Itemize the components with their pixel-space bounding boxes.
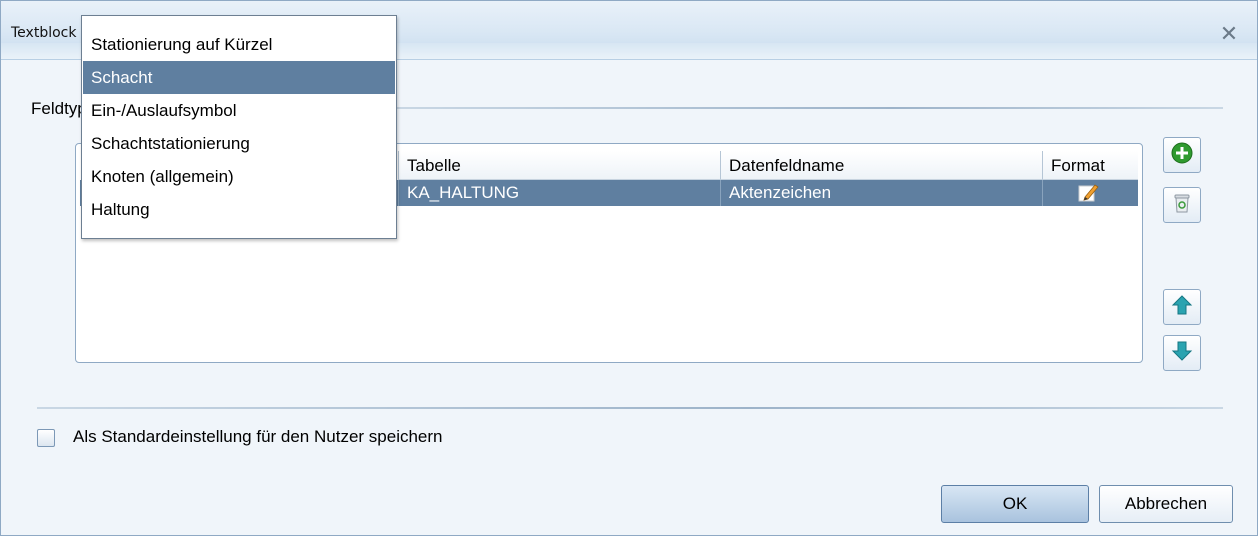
cell-tabelle: KA_HALTUNG	[398, 180, 720, 206]
save-default-checkbox[interactable]	[37, 429, 55, 447]
edit-pencil-icon[interactable]	[1077, 183, 1099, 211]
close-button[interactable]: ✕	[1217, 23, 1241, 47]
ok-button[interactable]: OK	[941, 485, 1089, 523]
dropdown-item-ein-auslaufsymbol[interactable]: Ein-/Auslaufsymbol	[83, 94, 395, 127]
add-row-button[interactable]	[1163, 137, 1201, 173]
fieldtype-dropdown-list[interactable]: Stationierung auf Kürzel Schacht Ein-/Au…	[81, 15, 397, 239]
separator-bottom	[37, 407, 1223, 409]
delete-row-button[interactable]	[1163, 187, 1201, 223]
dropdown-item-stationierung-auf-kuerzel[interactable]: Stationierung auf Kürzel	[83, 28, 395, 61]
column-header-tabelle[interactable]: Tabelle	[398, 151, 720, 180]
dropdown-item-haltung[interactable]: Haltung	[83, 193, 395, 226]
dropdown-item-schachtstationierung[interactable]: Schachtstationierung	[83, 127, 395, 160]
dropdown-item-schacht[interactable]: Schacht	[83, 61, 395, 94]
close-icon: ✕	[1219, 21, 1239, 46]
cancel-button[interactable]: Abbrechen	[1099, 485, 1233, 523]
column-header-datenfeldname[interactable]: Datenfeldname	[720, 151, 1042, 180]
cell-datenfeldname: Aktenzeichen	[720, 180, 1042, 206]
separator-top	[393, 107, 1223, 109]
cell-format[interactable]	[1042, 180, 1138, 206]
dropdown-item-knoten-allgemein[interactable]: Knoten (allgemein)	[83, 160, 395, 193]
arrow-down-icon	[1171, 340, 1193, 367]
arrow-up-icon	[1171, 294, 1193, 321]
dialog-window: Textblock ✕ Feldtyp: Tabelle Datenfeldna…	[0, 0, 1258, 536]
window-title: Textblock	[11, 25, 77, 41]
trash-icon	[1173, 193, 1191, 218]
plus-circle-icon	[1171, 142, 1193, 169]
move-up-button[interactable]	[1163, 289, 1201, 325]
column-header-format[interactable]: Format	[1042, 151, 1138, 180]
move-down-button[interactable]	[1163, 335, 1201, 371]
save-default-label: Als Standardeinstellung für den Nutzer s…	[73, 427, 443, 446]
